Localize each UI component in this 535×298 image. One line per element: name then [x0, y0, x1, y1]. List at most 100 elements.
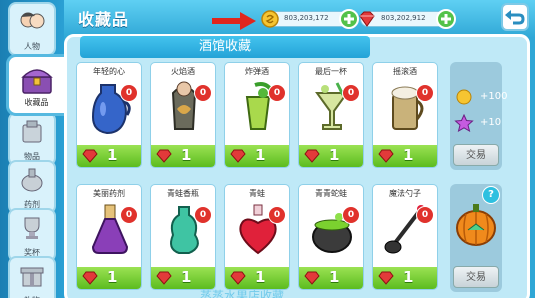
count-badge: 0: [268, 206, 286, 224]
sidebar-item-potion[interactable]: 药剂: [8, 160, 56, 214]
cost-value: 1: [329, 146, 340, 164]
coin-reward: +100: [454, 88, 507, 106]
count-badge: 0: [194, 84, 212, 102]
cost-bar: 1: [373, 267, 437, 289]
arrow-right-icon: [212, 12, 256, 30]
ruby-gem-icon: [156, 149, 172, 163]
reward-box: +100 +10 交易: [450, 62, 507, 170]
ruby-gem-icon: [304, 149, 320, 163]
sidebar-item-label: 收藏品: [24, 98, 49, 107]
cost-bar: 1: [77, 145, 141, 167]
coin-icon: [261, 10, 279, 28]
cost-value: 1: [403, 268, 414, 286]
cost-value: 1: [403, 146, 414, 164]
collection-card[interactable]: 美丽药剂 0 1: [76, 184, 142, 290]
card-name: 青蛙: [249, 189, 265, 198]
gift-icon: [20, 267, 44, 287]
collection-card[interactable]: 魔法勺子 0 1: [372, 184, 438, 290]
pumpkin-icon: [456, 204, 496, 246]
sidebar-item-gift[interactable]: 礼物: [8, 256, 56, 298]
card-name: 美丽药剂: [93, 189, 125, 198]
collection-card[interactable]: 青蛙香瓶 0 1: [150, 184, 216, 290]
sidebar-item-trophy[interactable]: 奖杯: [8, 208, 56, 262]
ruby-gem-icon: [82, 149, 98, 163]
count-badge: 0: [342, 206, 360, 224]
gem-amount: 803,202,912: [381, 14, 426, 22]
star-icon: [454, 114, 474, 132]
reward-box: ? 交易: [450, 184, 502, 292]
treasure-chest-icon: [20, 69, 53, 94]
sidebar: 人物 收藏品 物品 药剂 奖杯: [0, 0, 64, 298]
cost-value: 1: [255, 268, 266, 286]
ruby-gem-icon: [378, 271, 394, 285]
ruby-gem-icon: [230, 149, 246, 163]
count-badge: 0: [416, 206, 434, 224]
collection-screen: 人物 收藏品 物品 药剂 奖杯 收藏品 803,203,172 803,202,…: [0, 0, 535, 298]
cost-bar: 1: [151, 145, 215, 167]
count-badge: 0: [120, 206, 138, 224]
collection-card[interactable]: 年轻的心 0 1: [76, 62, 142, 168]
section-title: 酒馆收藏: [80, 36, 370, 58]
trade-button[interactable]: 交易: [453, 144, 499, 166]
card-name: 青青蛇蛙: [315, 189, 347, 198]
ruby-gem-icon: [156, 271, 172, 285]
ruby-gem-icon: [82, 271, 98, 285]
count-badge: 0: [268, 84, 286, 102]
star-reward: +10: [454, 114, 502, 132]
cost-value: 1: [329, 268, 340, 286]
count-badge: 0: [342, 84, 360, 102]
count-badge: 0: [416, 84, 434, 102]
sidebar-item-items[interactable]: 物品: [8, 112, 56, 166]
card-name: 摇滚酒: [393, 67, 417, 76]
cost-bar: 1: [373, 145, 437, 167]
collection-card[interactable]: 摇滚酒 0 1: [372, 62, 438, 168]
count-badge: 0: [120, 84, 138, 102]
card-name: 魔法勺子: [389, 189, 421, 198]
cost-value: 1: [107, 146, 118, 164]
character-icon: [20, 12, 45, 29]
ruby-gem-icon: [359, 11, 375, 27]
collection-card[interactable]: 火焰酒 0 1: [150, 62, 216, 168]
sidebar-item-character[interactable]: 人物: [8, 2, 56, 56]
card-name: 青蛙香瓶: [167, 189, 199, 198]
back-arrow-icon: [505, 10, 525, 25]
add-gems-button[interactable]: [435, 8, 457, 30]
cost-bar: 1: [151, 267, 215, 289]
card-name: 最后一杯: [315, 67, 347, 76]
card-name: 火焰酒: [171, 67, 195, 76]
star-reward-value: +10: [480, 117, 502, 128]
cost-bar: 1: [299, 267, 363, 289]
page-title: 收藏品: [78, 10, 130, 29]
coin-reward-value: +100: [480, 91, 508, 102]
cost-bar: 1: [77, 267, 141, 289]
coin-icon: [456, 89, 472, 105]
cost-bar: 1: [299, 145, 363, 167]
card-name: 炸弹酒: [245, 67, 269, 76]
cost-value: 1: [107, 268, 118, 286]
next-section-title: 蒸蒸水果店收藏: [200, 289, 285, 298]
collection-card[interactable]: 炸弹酒 0 1: [224, 62, 290, 168]
cost-value: 1: [181, 268, 192, 286]
cost-bar: 1: [225, 145, 289, 167]
items-icon: [22, 120, 42, 143]
cost-bar: 1: [225, 267, 289, 289]
potion-icon: [21, 168, 43, 192]
gem-counter: 803,202,912: [359, 9, 456, 29]
trade-button[interactable]: 交易: [453, 266, 499, 288]
collection-card[interactable]: 最后一杯 0 1: [298, 62, 364, 168]
ruby-gem-icon: [230, 271, 246, 285]
back-button[interactable]: [501, 3, 529, 31]
cost-value: 1: [255, 146, 266, 164]
cost-value: 1: [181, 146, 192, 164]
count-badge: 0: [194, 206, 212, 224]
sidebar-item-collection[interactable]: 收藏品: [6, 54, 64, 116]
collection-card[interactable]: 青蛙 0 1: [224, 184, 290, 290]
ruby-gem-icon: [304, 271, 320, 285]
card-name: 年轻的心: [93, 67, 125, 76]
coin-counter: 803,203,172: [261, 9, 359, 29]
collection-card[interactable]: 青青蛇蛙 0 1: [298, 184, 364, 290]
trophy-icon: [24, 217, 40, 239]
sidebar-item-label: 人物: [24, 42, 40, 51]
ruby-gem-icon: [378, 149, 394, 163]
coin-amount: 803,203,172: [284, 14, 329, 22]
